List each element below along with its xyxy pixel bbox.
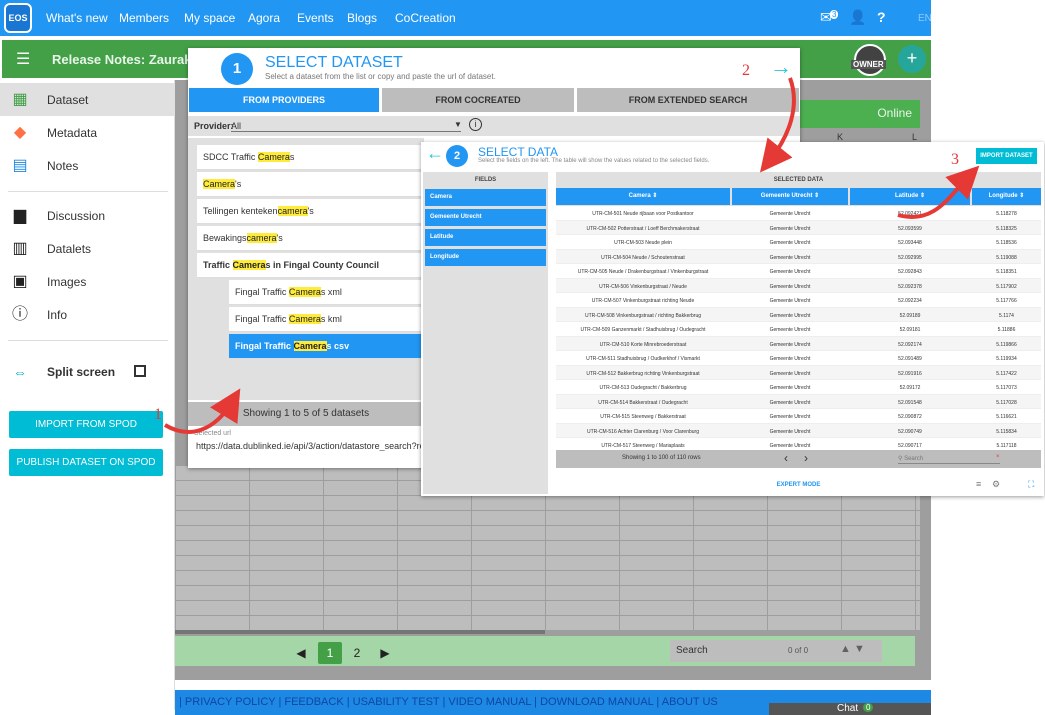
annotation-label-1: 1 bbox=[154, 406, 162, 423]
annotation-arrow-1 bbox=[163, 388, 241, 434]
annotation-arrow-3 bbox=[897, 165, 980, 219]
annotation-arrows bbox=[163, 77, 980, 434]
annotation-arrow-2 bbox=[760, 77, 796, 173]
annotation-label-3: 3 bbox=[951, 151, 959, 168]
annotation-label-2: 2 bbox=[742, 62, 750, 79]
